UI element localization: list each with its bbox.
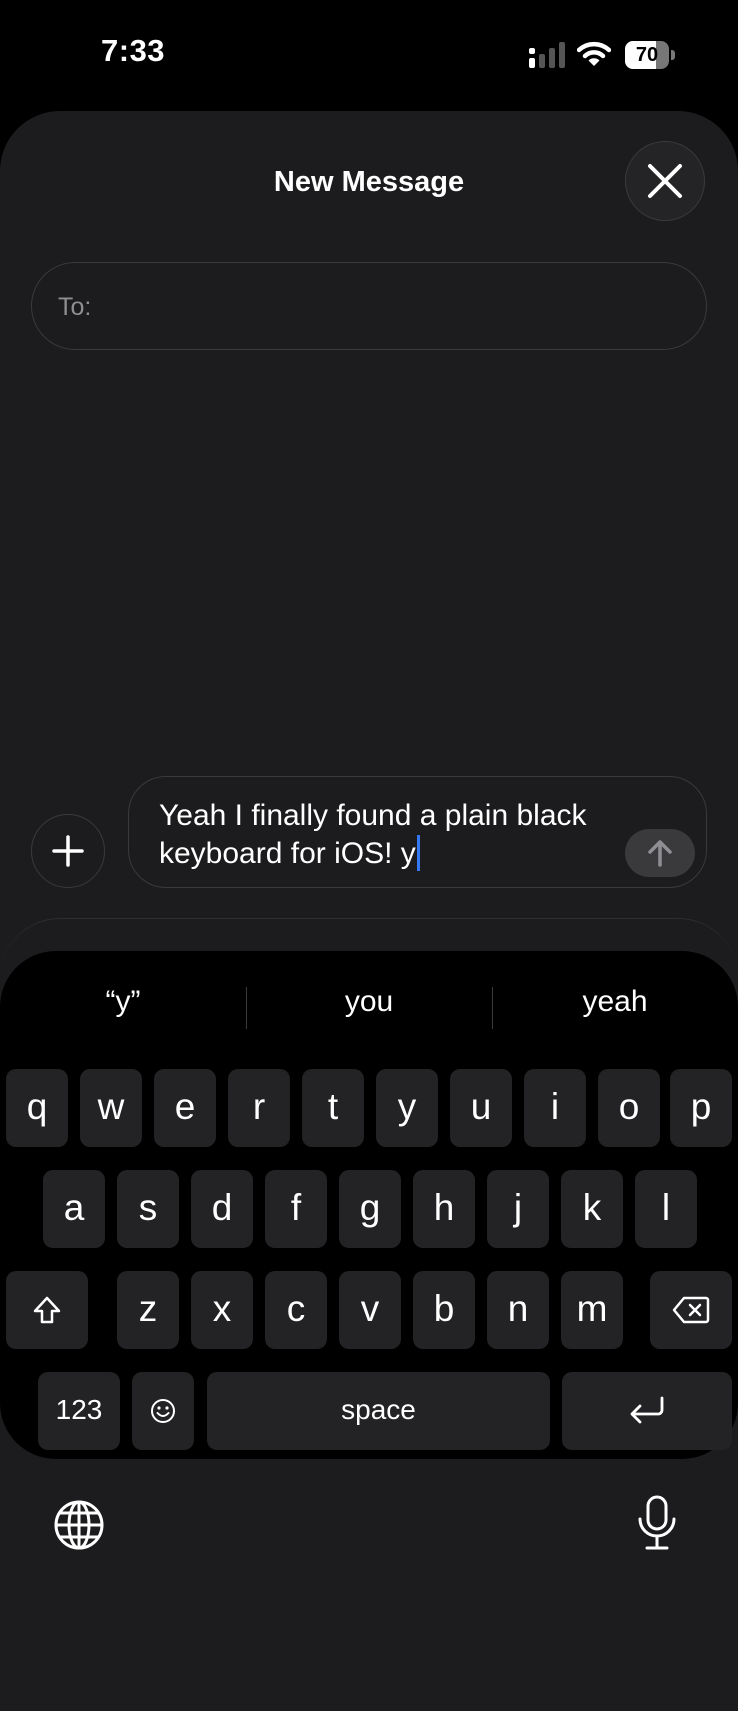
emoji-key[interactable] — [132, 1372, 194, 1450]
key-o[interactable]: o — [598, 1069, 660, 1147]
shift-icon — [33, 1296, 61, 1324]
key-c[interactable]: c — [265, 1271, 327, 1349]
message-text: Yeah I finally found a plain black keybo… — [159, 799, 587, 870]
key-m[interactable]: m — [561, 1271, 623, 1349]
emoji-icon — [151, 1399, 175, 1423]
key-x[interactable]: x — [191, 1271, 253, 1349]
key-u[interactable]: u — [450, 1069, 512, 1147]
key-t[interactable]: t — [302, 1069, 364, 1147]
key-h[interactable]: h — [413, 1170, 475, 1248]
key-p[interactable]: p — [670, 1069, 732, 1147]
key-w[interactable]: w — [80, 1069, 142, 1147]
text-cursor — [416, 835, 420, 871]
send-arrow-icon — [648, 840, 672, 867]
to-field[interactable]: To: — [31, 262, 707, 350]
backspace-icon — [672, 1296, 710, 1324]
key-r[interactable]: r — [228, 1069, 290, 1147]
message-input[interactable]: Yeah I finally found a plain black keybo… — [128, 776, 707, 888]
numbers-key[interactable]: 123 — [38, 1372, 120, 1450]
signal-icon — [529, 42, 565, 68]
shift-key[interactable] — [6, 1271, 88, 1349]
add-attachment-button[interactable] — [31, 814, 105, 888]
key-a[interactable]: a — [43, 1170, 105, 1248]
key-f[interactable]: f — [265, 1170, 327, 1248]
keyboard: “y” you yeah q w e r t y u i o p a s d f… — [0, 951, 738, 1459]
suggestion-you[interactable]: you — [246, 985, 492, 1019]
key-g[interactable]: g — [339, 1170, 401, 1248]
globe-icon[interactable] — [53, 1499, 105, 1551]
mic-icon[interactable] — [637, 1495, 677, 1551]
key-j[interactable]: j — [487, 1170, 549, 1248]
to-label: To: — [58, 293, 92, 321]
suggestion-quoted[interactable]: “y” — [0, 985, 246, 1019]
battery-indicator: 70 — [625, 41, 675, 69]
backspace-key[interactable] — [650, 1271, 732, 1349]
close-icon — [648, 164, 682, 198]
key-q[interactable]: q — [6, 1069, 68, 1147]
send-button[interactable] — [625, 829, 695, 877]
suggestion-yeah[interactable]: yeah — [492, 985, 738, 1019]
key-e[interactable]: e — [154, 1069, 216, 1147]
wifi-icon — [577, 41, 611, 66]
key-b[interactable]: b — [413, 1271, 475, 1349]
status-bar: 7:33 70 — [0, 0, 738, 100]
key-n[interactable]: n — [487, 1271, 549, 1349]
plus-icon — [52, 835, 84, 867]
battery-percent: 70 — [635, 44, 659, 66]
key-k[interactable]: k — [561, 1170, 623, 1248]
key-d[interactable]: d — [191, 1170, 253, 1248]
key-l[interactable]: l — [635, 1170, 697, 1248]
space-key[interactable]: space — [207, 1372, 550, 1450]
return-key[interactable] — [562, 1372, 732, 1450]
suggestion-bar: “y” you yeah — [0, 951, 738, 1063]
compose-sheet — [0, 111, 738, 1711]
key-y[interactable]: y — [376, 1069, 438, 1147]
key-z[interactable]: z — [117, 1271, 179, 1349]
return-icon — [630, 1396, 664, 1424]
key-s[interactable]: s — [117, 1170, 179, 1248]
close-button[interactable] — [625, 141, 705, 221]
key-v[interactable]: v — [339, 1271, 401, 1349]
status-time: 7:33 — [101, 33, 166, 68]
key-i[interactable]: i — [524, 1069, 586, 1147]
